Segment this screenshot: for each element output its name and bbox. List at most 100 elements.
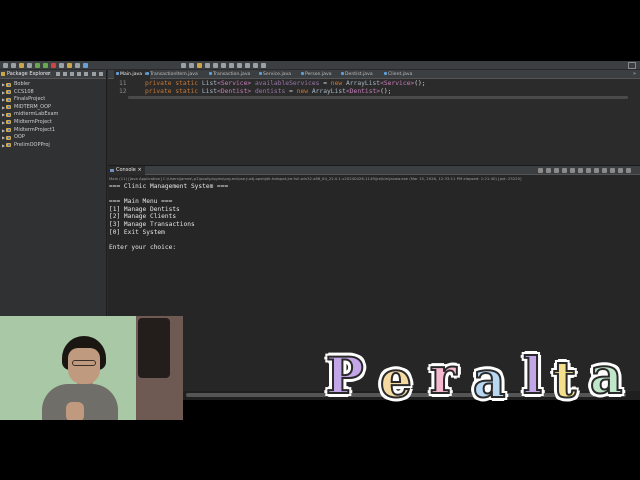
editor-tab[interactable]: Service.java xyxy=(259,70,291,79)
console-tool-icon[interactable] xyxy=(626,168,631,173)
chevron-right-icon[interactable]: ▶ xyxy=(2,119,5,126)
explorer-tool-icon[interactable] xyxy=(63,72,67,76)
tree-item-project[interactable]: ▶ PrelimOOPProj xyxy=(0,142,107,150)
tree-item-project[interactable]: ▶ MidtermProject1 xyxy=(0,127,107,135)
logo-letter: l xyxy=(522,345,543,406)
editor-tab-label: TransactionItem.java xyxy=(150,72,198,77)
explorer-tool-icon[interactable] xyxy=(99,72,103,76)
chevron-right-icon[interactable]: ▶ xyxy=(2,142,5,149)
editor-tab[interactable]: Client.java xyxy=(384,70,412,79)
toolbar-button-icon[interactable] xyxy=(205,63,210,68)
chevron-right-icon[interactable]: ▶ xyxy=(2,81,5,88)
logo-letter: t xyxy=(552,349,577,410)
toolbar-button-icon[interactable] xyxy=(67,63,72,68)
close-icon[interactable]: × xyxy=(47,71,51,78)
java-project-icon xyxy=(6,90,11,95)
toolbar-button-icon[interactable] xyxy=(3,63,8,68)
tree-item-project[interactable]: ▶ OOP xyxy=(0,134,107,142)
chevron-right-icon[interactable]: ▶ xyxy=(2,96,5,103)
editor-tab-label: Dentist.java xyxy=(345,72,373,77)
console-tool-icon[interactable] xyxy=(586,168,591,173)
logo-letter: P xyxy=(325,345,365,406)
java-project-icon xyxy=(6,112,11,117)
toolbar-button-icon[interactable] xyxy=(237,63,242,68)
console-tool-icon[interactable] xyxy=(594,168,599,173)
tree-item-project[interactable]: ▶ Bobler xyxy=(0,81,107,89)
toolbar-button-icon[interactable] xyxy=(27,63,32,68)
close-icon[interactable]: × xyxy=(137,167,141,173)
toolbar-button-icon[interactable] xyxy=(197,63,202,68)
console-tool-icon[interactable] xyxy=(546,168,551,173)
console-tool-icon[interactable] xyxy=(610,168,615,173)
toolbar-button-icon[interactable] xyxy=(221,63,226,68)
editor-tab[interactable]: Person.java xyxy=(301,70,332,79)
editor-tab[interactable]: Main.java× xyxy=(114,70,150,79)
toolbar-button-icon[interactable] xyxy=(253,63,258,68)
video-frame: Package Explorer × ▶ Bobler ▶ CCS108 ▶ Finals… xyxy=(0,0,640,480)
console-tool-icon[interactable] xyxy=(554,168,559,173)
toolbar-button-icon[interactable] xyxy=(245,63,250,68)
code-token: = xyxy=(285,88,297,95)
toolbar-button-icon[interactable] xyxy=(35,63,40,68)
code-line[interactable]: 12 private static List<Dentist> dentists … xyxy=(108,88,640,96)
console-tool-icon[interactable] xyxy=(578,168,583,173)
tree-item-project[interactable]: ▶ MidtermProject xyxy=(0,119,107,127)
tab-console[interactable]: Console × xyxy=(108,166,145,175)
perspective-icon[interactable] xyxy=(628,62,636,69)
chevron-right-icon[interactable]: ▶ xyxy=(2,104,5,111)
toolbar-button-icon[interactable] xyxy=(181,63,186,68)
code-line[interactable]: 11 private static List<Service> available… xyxy=(108,80,640,88)
logo-letter: a xyxy=(589,345,623,406)
editor-tab-label: Service.java xyxy=(263,72,292,77)
console-tool-icon[interactable] xyxy=(618,168,623,173)
explorer-tool-icon[interactable] xyxy=(77,72,81,76)
toolbar-button-icon[interactable] xyxy=(19,63,24,68)
explorer-tool-icon[interactable] xyxy=(84,72,88,76)
editor-tab-bar: » Main.java×TransactionItem.java Transact… xyxy=(108,70,640,79)
toolbar-button-icon[interactable] xyxy=(59,63,64,68)
chevron-right-icon[interactable]: ▶ xyxy=(2,127,5,134)
tree-item-label: MIDTERM_OOP xyxy=(14,103,52,110)
editor-horizontal-scrollbar[interactable] xyxy=(128,96,628,99)
editor-tab-label: Main.java xyxy=(120,72,143,77)
java-file-icon xyxy=(341,72,344,75)
console-tool-icon[interactable] xyxy=(602,168,607,173)
code-area[interactable]: 11 private static List<Service> available… xyxy=(108,80,640,96)
console-tool-icon[interactable] xyxy=(570,168,575,173)
console-output[interactable]: === Clinic Management System === === Main… xyxy=(109,183,228,251)
java-file-icon xyxy=(259,72,262,75)
toolbar-button-icon[interactable] xyxy=(229,63,234,68)
explorer-tool-icon[interactable] xyxy=(56,72,60,76)
chevron-right-icon[interactable]: ▶ xyxy=(2,89,5,96)
code-token: new xyxy=(296,88,312,95)
editor-tab[interactable]: TransactionItem.java xyxy=(146,70,198,79)
logo-letter: a xyxy=(472,349,506,410)
tree-item-project[interactable]: ▶ midtermLabExam xyxy=(0,111,107,119)
toolbar-button-icon[interactable] xyxy=(75,63,80,68)
tree-item-label: MidtermProject xyxy=(14,118,52,125)
more-tabs-icon[interactable]: » xyxy=(633,70,636,79)
tree-item-project[interactable]: ▶ FinalsProject xyxy=(0,96,107,104)
explorer-tool-icon[interactable] xyxy=(92,72,96,76)
code-token: (); xyxy=(414,80,426,87)
toolbar-button-icon[interactable] xyxy=(213,63,218,68)
chevron-right-icon[interactable]: ▶ xyxy=(2,111,5,118)
toolbar-button-icon[interactable] xyxy=(189,63,194,68)
toolbar-button-icon[interactable] xyxy=(51,63,56,68)
explorer-tool-icon[interactable] xyxy=(70,72,74,76)
java-project-icon xyxy=(6,120,11,125)
toolbar-button-icon[interactable] xyxy=(261,63,266,68)
chevron-right-icon[interactable]: ▶ xyxy=(2,134,5,141)
console-tool-icon[interactable] xyxy=(562,168,567,173)
toolbar-button-icon[interactable] xyxy=(11,63,16,68)
editor-tab[interactable]: Transaction.java xyxy=(209,70,250,79)
tree-item-project[interactable]: ▶ CCS108 xyxy=(0,89,107,97)
toolbar-button-icon[interactable] xyxy=(83,63,88,68)
editor-tab[interactable]: Dentist.java xyxy=(341,70,373,79)
package-explorer-tab[interactable]: Package Explorer × xyxy=(0,70,106,79)
code-token: ArrayList xyxy=(345,80,381,87)
toolbar-button-icon[interactable] xyxy=(43,63,48,68)
console-tool-icon[interactable] xyxy=(538,168,543,173)
tree-item-project[interactable]: ▶ MIDTERM_OOP xyxy=(0,104,107,112)
package-explorer-title: Package Explorer xyxy=(7,71,51,77)
